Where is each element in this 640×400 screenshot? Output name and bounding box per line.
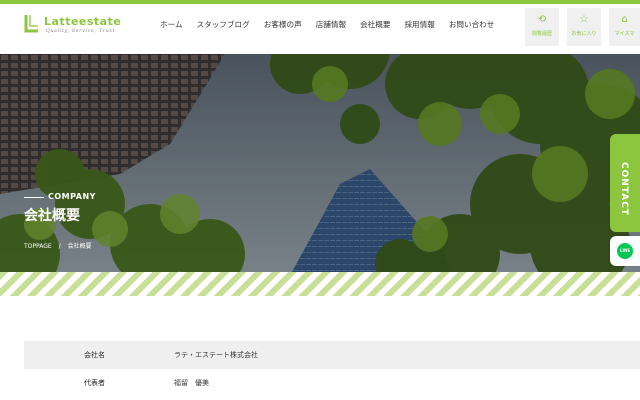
- hero-photo: [0, 54, 640, 272]
- mypage-label: マイスマ: [614, 31, 635, 37]
- nav-contact[interactable]: お問い合わせ: [449, 20, 495, 34]
- nav-company[interactable]: 会社概要: [360, 20, 390, 34]
- page-title: 会社概要: [24, 208, 80, 224]
- hero-title-en: COMPANY: [48, 192, 96, 201]
- decorative-stripe: [0, 272, 640, 296]
- logo-tagline: Quality, Service, Trust: [46, 29, 116, 34]
- contact-tab-button[interactable]: CONTACT: [610, 134, 640, 232]
- site-header: Latteestate Quality, Service, Trust ホーム …: [0, 4, 640, 54]
- breadcrumb-top-link[interactable]: TOPPAGE: [24, 243, 52, 250]
- main-nav: ホーム スタッフブログ お客様の声 店舗情報 会社概要 採用情報 お問い合わせ: [160, 20, 508, 34]
- line-button[interactable]: LINE: [610, 236, 640, 266]
- line-icon: LINE: [617, 243, 633, 259]
- breadcrumb: TOPPAGE / 会社概要: [24, 241, 97, 250]
- history-label: 閲覧履歴: [531, 31, 552, 37]
- breadcrumb-current: 会社概要: [67, 243, 92, 250]
- company-info-table: 会社名 ラテ・エステート株式会社 代表者 福留 優美: [24, 341, 640, 397]
- hero-title-line: [24, 197, 44, 198]
- breadcrumb-separator: /: [58, 243, 61, 250]
- row-label: 会社名: [24, 341, 174, 369]
- history-icon: ⟲: [537, 14, 547, 25]
- row-label: 代表者: [84, 379, 105, 387]
- nav-voices[interactable]: お客様の声: [264, 20, 302, 34]
- favorite-label: お気に入り: [571, 31, 597, 37]
- table-row: 会社名 ラテ・エステート株式会社: [24, 341, 640, 369]
- contact-tab-label: CONTACT: [619, 162, 629, 216]
- nav-recruit[interactable]: 採用情報: [404, 20, 434, 34]
- mypage-button[interactable]: ⌂ マイスマ: [609, 8, 640, 46]
- star-icon: ☆: [579, 14, 589, 25]
- table-row: 代表者 福留 優美: [24, 369, 640, 397]
- site-logo[interactable]: Latteestate Quality, Service, Trust: [24, 13, 134, 41]
- logo-mark-icon: [24, 15, 38, 33]
- mypage-icon: ⌂: [621, 14, 628, 25]
- favorite-button[interactable]: ☆ お気に入り: [567, 8, 601, 46]
- nav-home[interactable]: ホーム: [160, 20, 183, 34]
- logo-name: Latteestate: [44, 15, 122, 28]
- row-value: 福留 優美: [174, 379, 209, 387]
- row-value: ラテ・エステート株式会社: [174, 341, 640, 369]
- history-button[interactable]: ⟲ 閲覧履歴: [525, 8, 559, 46]
- nav-staff-blog[interactable]: スタッフブログ: [197, 20, 250, 34]
- hero-banner: COMPANY 会社概要 TOPPAGE / 会社概要: [0, 54, 640, 272]
- nav-stores[interactable]: 店舗情報: [316, 20, 346, 34]
